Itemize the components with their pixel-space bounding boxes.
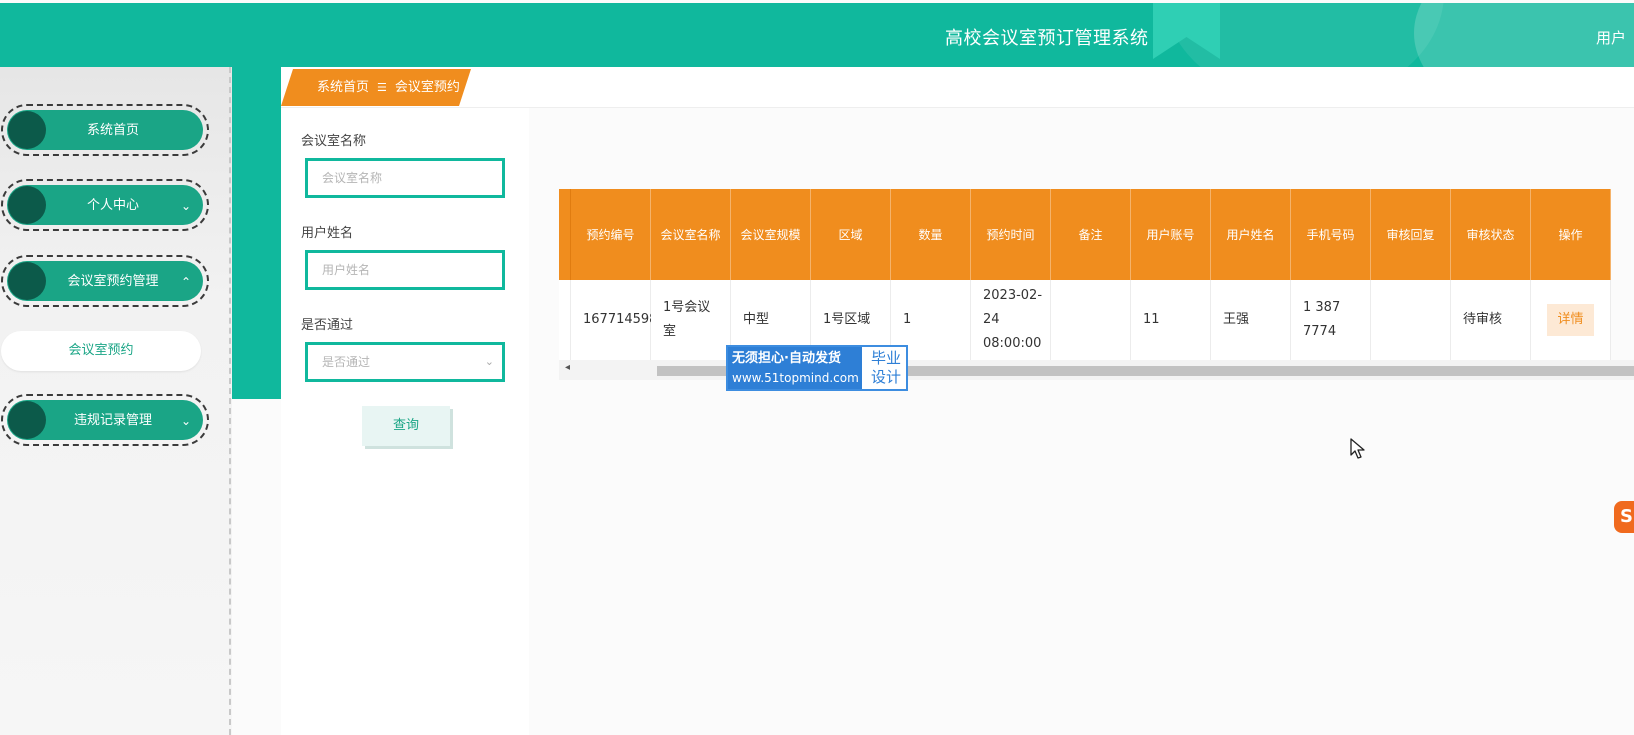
table-header-edge: [559, 189, 571, 280]
column-header-phone: 手机号码: [1291, 189, 1371, 280]
horizontal-scrollbar[interactable]: ◂: [559, 360, 1634, 380]
scroll-left-arrow-icon[interactable]: ◂: [565, 362, 570, 373]
watermark-line1: 无须担心·自动发货: [732, 351, 841, 366]
booking-table: 预约编号 会议室名称 会议室规模 区域 数量 预约时间 备注 用户账号 用户姓名…: [559, 189, 1634, 382]
column-header-review-status: 审核状态: [1451, 189, 1531, 280]
column-header-room-name: 会议室名称: [651, 189, 731, 280]
query-button[interactable]: 查询: [362, 406, 450, 446]
column-header-account: 用户账号: [1131, 189, 1211, 280]
circle-icon: [8, 111, 46, 149]
cell-remark: [1051, 280, 1131, 360]
column-header-area: 区域: [811, 189, 891, 280]
circle-icon: [8, 262, 46, 300]
approved-label: 是否通过: [301, 318, 354, 333]
approved-select-placeholder: 是否通过: [322, 355, 371, 369]
cell-action: 详情: [1531, 280, 1611, 360]
sidebar-item-label: 系统首页: [86, 123, 139, 138]
cell-room-name: 1号会议室: [651, 280, 731, 360]
column-header-booking-time: 预约时间: [971, 189, 1051, 280]
circle-icon: [8, 186, 46, 224]
accent-band: [232, 67, 281, 399]
sidebar-pill: 个人中心 ⌄: [7, 185, 203, 225]
column-header-room-scale: 会议室规模: [731, 189, 811, 280]
cell-account: 11: [1131, 280, 1211, 360]
breadcrumb-bar: 系统首页 ☰ 会议室预约: [281, 67, 1634, 108]
detail-button[interactable]: 详情: [1547, 304, 1594, 336]
chevron-down-icon: ⌄: [180, 199, 191, 213]
sidebar-pill: 会议室预约管理 ⌃: [7, 261, 203, 301]
chevron-up-icon: ⌃: [180, 275, 191, 289]
user-name-label: 用户姓名: [301, 226, 354, 241]
room-name-label: 会议室名称: [301, 134, 367, 149]
filter-panel: 会议室名称 会议室名称 用户姓名 用户姓名 是否通过 是否通过 ⌄ 查询: [281, 108, 529, 735]
sidebar-item-violation-records[interactable]: 违规记录管理 ⌄: [1, 394, 209, 446]
sidebar-item-home[interactable]: 系统首页: [1, 104, 209, 156]
column-header-booking-no: 预约编号: [571, 189, 651, 280]
cell-phone: 1 387 7774: [1291, 280, 1371, 360]
table-row-edge: [559, 280, 571, 360]
column-header-action: 操作: [1531, 189, 1611, 280]
column-header-remark: 备注: [1051, 189, 1131, 280]
breadcrumb-current: 会议室预约: [394, 80, 460, 95]
mouse-cursor-icon: [1350, 438, 1365, 459]
user-name-input[interactable]: 用户姓名: [305, 250, 505, 290]
cell-booking-no: 1677145981613: [571, 280, 691, 360]
watermark-badge: 无须担心·自动发货 www.51topmind.com 毕业设计: [726, 345, 908, 391]
input-method-icon[interactable]: S: [1614, 501, 1634, 533]
sidebar-item-room-booking-management[interactable]: 会议室预约管理 ⌃: [1, 255, 209, 307]
menu-icon: ☰: [377, 81, 387, 94]
room-name-input[interactable]: 会议室名称: [305, 158, 505, 198]
breadcrumb-home-link[interactable]: 系统首页: [317, 80, 369, 95]
sidebar-pill: 系统首页: [7, 110, 203, 150]
watermark-right: 毕业设计: [870, 349, 901, 386]
sidebar-item-label: 个人中心: [86, 198, 139, 213]
circle-icon: [8, 401, 46, 439]
watermark-line2: www.51topmind.com: [732, 371, 859, 385]
user-menu-link[interactable]: 用户: [1596, 27, 1626, 48]
cell-review-status: 待审核: [1451, 280, 1531, 360]
sidebar-divider: [229, 67, 231, 735]
column-header-quantity: 数量: [891, 189, 971, 280]
column-header-user-name: 用户姓名: [1211, 189, 1291, 280]
sidebar-item-label: 违规记录管理: [73, 413, 152, 428]
top-header-bar: 高校会议室预订管理系统 用户: [0, 3, 1634, 67]
cell-booking-time: 2023-02-24 08:00:00: [971, 280, 1051, 360]
chevron-down-icon: ⌄: [180, 414, 191, 428]
table-grid: 预约编号 会议室名称 会议室规模 区域 数量 预约时间 备注 用户账号 用户姓名…: [559, 189, 1611, 360]
breadcrumb: 系统首页 ☰ 会议室预约: [281, 69, 471, 106]
submenu-item-room-booking[interactable]: 会议室预约: [1, 331, 201, 371]
approved-select[interactable]: 是否通过 ⌄: [305, 342, 505, 382]
watermark-left-block: 无须担心·自动发货 www.51topmind.com: [728, 347, 862, 389]
sidebar-pill: 违规记录管理 ⌄: [7, 400, 203, 440]
column-header-review-reply: 审核回复: [1371, 189, 1451, 280]
chevron-down-icon: ⌄: [484, 355, 494, 368]
cell-review-reply: [1371, 280, 1451, 360]
sidebar-item-personal-center[interactable]: 个人中心 ⌄: [1, 179, 209, 231]
site-title: 高校会议室预订管理系统: [945, 28, 1149, 49]
sidebar-item-label: 会议室预约管理: [67, 274, 159, 289]
cell-user-name: 王强: [1211, 280, 1291, 360]
